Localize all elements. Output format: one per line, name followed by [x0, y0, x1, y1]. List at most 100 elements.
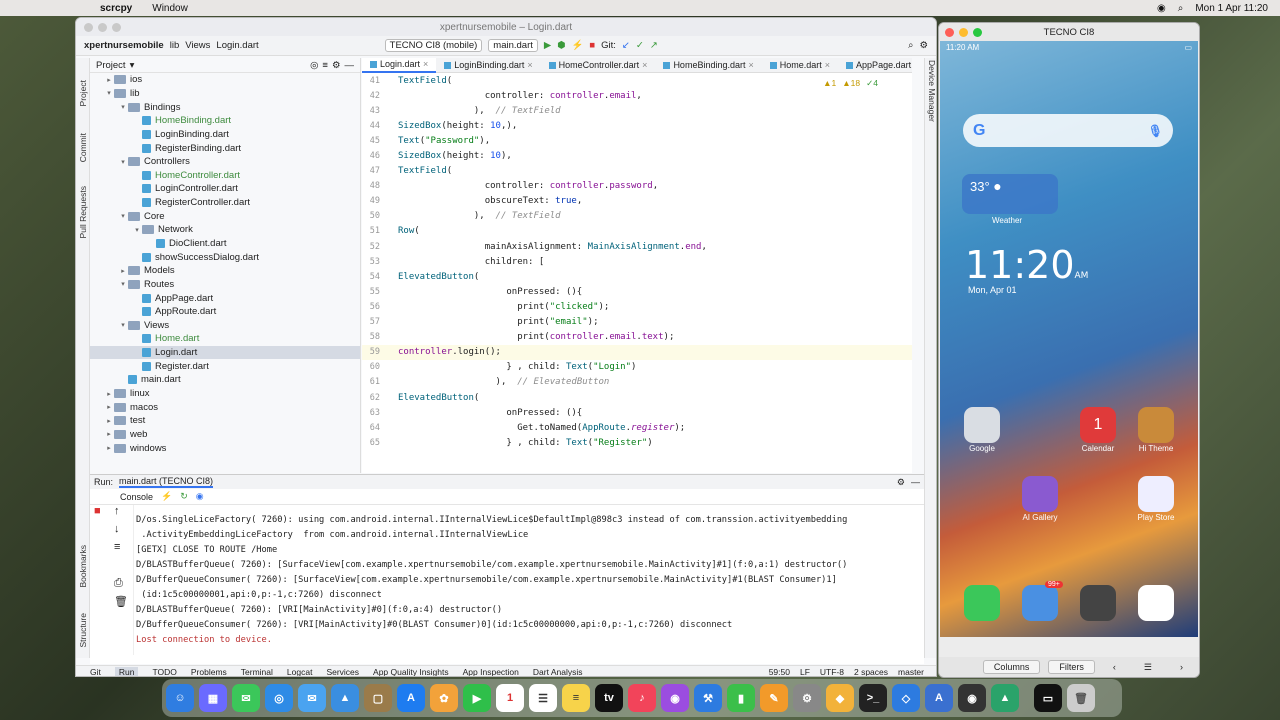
launchpad-icon[interactable]: ▦ [199, 684, 227, 712]
tree-item[interactable]: Register.dart [90, 359, 360, 373]
expand-arrow-icon[interactable]: ▾ [118, 158, 128, 166]
bottom-tab[interactable]: App Quality Insights [373, 667, 449, 676]
bottom-tab[interactable]: Services [326, 667, 359, 676]
facetime-icon[interactable]: ▶ [463, 684, 491, 712]
tree-item[interactable]: ▸ ios [90, 73, 360, 87]
tree-item[interactable]: ▾ Bindings [90, 100, 360, 114]
tree-item[interactable]: DioClient.dart [90, 237, 360, 251]
play-store-icon[interactable] [1138, 476, 1174, 512]
console-output[interactable]: D/os.SingleLiceFactory( 7260): using com… [136, 513, 847, 648]
close-icon[interactable]: × [527, 60, 532, 70]
search-icon[interactable]: ⌕ [1178, 3, 1184, 14]
bottom-tab[interactable]: Run [114, 667, 139, 676]
messages-icon[interactable] [1022, 585, 1058, 621]
run-tab[interactable]: main.dart (TECNO CI8) [119, 476, 214, 488]
bottom-tab[interactable]: Logcat [287, 667, 313, 676]
print-icon[interactable]: ⎙ [114, 577, 123, 590]
expand-arrow-icon[interactable]: ▾ [118, 212, 128, 220]
expand-arrow-icon[interactable]: ▸ [104, 390, 114, 398]
status-branch[interactable]: master [898, 667, 924, 676]
tree-item[interactable]: AppPage.dart [90, 291, 360, 305]
vscode-icon[interactable]: ◇ [892, 684, 920, 712]
tree-item[interactable]: LoginBinding.dart [90, 128, 360, 142]
breadcrumb-lib[interactable]: lib [170, 40, 180, 51]
minimize-icon[interactable]: — [345, 60, 355, 71]
close-icon[interactable]: × [825, 60, 830, 70]
tree-item[interactable]: ▸ Models [90, 264, 360, 278]
expand-arrow-icon[interactable]: ▾ [118, 280, 128, 288]
tree-item[interactable]: ▸ web [90, 428, 360, 442]
breadcrumb-views[interactable]: Views [185, 40, 210, 51]
cyberduck-icon[interactable]: ◆ [826, 684, 854, 712]
menubar-datetime[interactable]: Mon 1 Apr 11:20 [1195, 3, 1268, 14]
terminal-icon[interactable]: >_ [859, 684, 887, 712]
back-icon[interactable]: ‹ [1103, 661, 1126, 673]
collapse-icon[interactable]: ≡ [322, 60, 328, 71]
tree-item[interactable]: main.dart [90, 373, 360, 387]
tree-item[interactable]: HomeController.dart [90, 168, 360, 182]
editor-tab[interactable]: Login.dart × [362, 58, 437, 73]
hot-reload-icon[interactable]: ⚡ [161, 491, 172, 502]
tree-item[interactable]: RegisterBinding.dart [90, 141, 360, 155]
tool-device-manager[interactable]: Device Manager [927, 60, 936, 122]
tree-item[interactable]: ▾ Core [90, 209, 360, 223]
tree-item[interactable]: ▸ windows [90, 441, 360, 455]
expand-arrow-icon[interactable]: ▾ [118, 321, 128, 329]
status-enc[interactable]: UTF-8 [820, 667, 844, 676]
editor-tab[interactable]: HomeController.dart × [541, 58, 656, 73]
tree-item[interactable]: ▸ macos [90, 400, 360, 414]
editor-tab[interactable]: LoginBinding.dart × [436, 58, 540, 73]
device-selector[interactable]: TECNO CI8 (mobile) [384, 39, 483, 52]
chrome-icon[interactable] [1138, 585, 1174, 621]
calendar-dock-icon[interactable]: 1 [496, 684, 524, 712]
target-icon[interactable]: ◎ [310, 60, 318, 71]
tool-bookmarks[interactable]: Bookmarks [78, 545, 88, 588]
status-indent[interactable]: 2 spaces [854, 667, 888, 676]
phone-app-icon[interactable] [964, 585, 1000, 621]
bottom-tab[interactable]: TODO [152, 667, 176, 676]
close-icon[interactable]: × [423, 59, 428, 69]
tool-structure[interactable]: Structure [78, 613, 88, 648]
expand-arrow-icon[interactable]: ▸ [118, 267, 128, 275]
close-icon[interactable]: × [748, 60, 753, 70]
bottom-tab[interactable]: App Inspection [463, 667, 519, 676]
stop-icon[interactable]: ■ [589, 40, 595, 51]
devtools-icon[interactable]: ◉ [196, 491, 204, 502]
google-search-bar[interactable]: G 🎙 [963, 114, 1173, 147]
notes-folder-icon[interactable]: ▢ [364, 684, 392, 712]
code-editor[interactable]: Login.dart × LoginBinding.dart × HomeControl… [362, 58, 912, 473]
chevron-down-icon[interactable]: ▾ [130, 60, 135, 71]
tree-item[interactable]: ▾ Network [90, 223, 360, 237]
bottom-tab[interactable]: Git [90, 667, 101, 676]
wifi-icon[interactable]: ◉ [1157, 3, 1166, 14]
expand-arrow-icon[interactable]: ▾ [132, 226, 142, 234]
git-update-icon[interactable]: ↙ [622, 40, 630, 51]
menu-icon[interactable]: ☰ [1134, 661, 1162, 674]
notes-icon[interactable]: ≡ [562, 684, 590, 712]
bottom-tab[interactable]: Dart Analysis [533, 667, 583, 676]
wrap-icon[interactable]: ≡ [114, 541, 120, 553]
close-icon[interactable]: × [642, 60, 647, 70]
run-settings-icon[interactable]: ⚙ [897, 477, 905, 488]
photos-icon[interactable]: ✿ [430, 684, 458, 712]
columns-button[interactable]: Columns [982, 660, 1041, 674]
code-area[interactable]: 41 TextField( 42 controller: controller.… [362, 73, 912, 450]
expand-arrow-icon[interactable]: ▸ [104, 76, 114, 84]
breadcrumb-project[interactable]: xpertnursemobile [84, 40, 164, 51]
project-dropdown[interactable]: Project [96, 60, 126, 71]
bottom-tab[interactable]: Problems [191, 667, 227, 676]
expand-arrow-icon[interactable]: ▸ [104, 444, 114, 452]
search-everywhere-icon[interactable]: ⌕ [908, 40, 913, 51]
status-pos[interactable]: 59:50 [769, 667, 790, 676]
status-le[interactable]: LF [800, 667, 810, 676]
console-tab[interactable]: Console [120, 492, 153, 502]
run-icon[interactable]: ▶ [544, 40, 551, 51]
xcode-icon[interactable]: A [925, 684, 953, 712]
tv-icon[interactable]: tv [595, 684, 623, 712]
pages-icon[interactable]: ✎ [760, 684, 788, 712]
debug-icon[interactable]: ⬢ [557, 40, 565, 51]
editor-tab[interactable]: AppPage.dart× [838, 58, 912, 73]
xcode-tools-icon[interactable]: ⚒ [694, 684, 722, 712]
expand-arrow-icon[interactable]: ▾ [118, 103, 128, 111]
scrcpy-dock-icon[interactable]: ▭ [1034, 684, 1062, 712]
